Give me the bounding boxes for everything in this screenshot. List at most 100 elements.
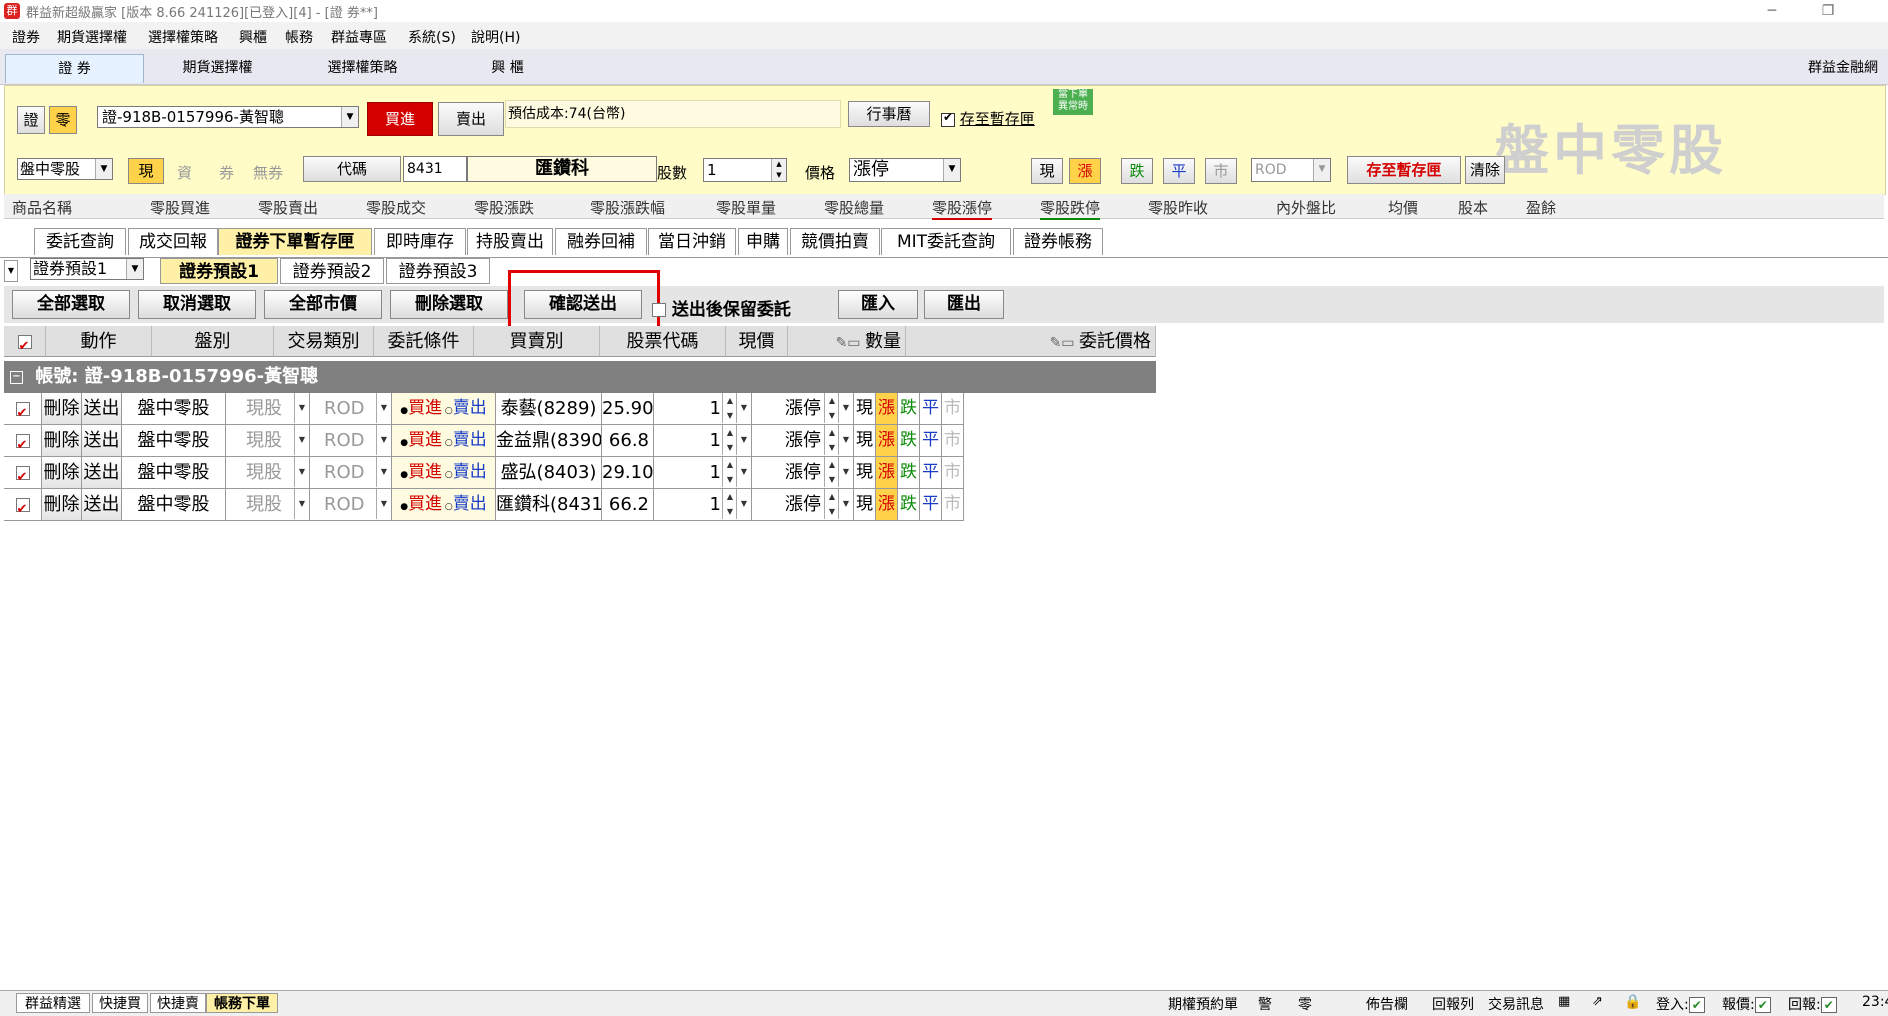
price-market-button[interactable]: 市 (1205, 158, 1237, 184)
row-price-down-button[interactable]: 跌 (898, 393, 920, 425)
spinner-icon[interactable]: ▲ ▼ (824, 393, 839, 423)
tab-order-buffer[interactable]: 證券下單暫存匣 (218, 228, 372, 255)
row-price-flat-button[interactable]: 平 (920, 457, 942, 489)
row-order-price-select[interactable]: 漲停 ▲ ▼ ▼ (752, 489, 854, 521)
menu-item-emerging[interactable]: 興櫃 (239, 27, 267, 47)
field-odd-single-vol[interactable]: 零股單量 (716, 197, 776, 218)
chevron-down-icon[interactable]: ▼ (736, 457, 751, 487)
row-price-market-button[interactable]: 市 (942, 457, 964, 489)
short-option[interactable]: 券 (219, 162, 234, 183)
capital-portal-link[interactable]: 群益金融網 (1800, 54, 1886, 82)
preset-select[interactable]: 證券預設1 ▼ (30, 258, 144, 280)
spinner-icon[interactable]: ▲ ▼ (722, 489, 737, 519)
field-odd-prev-close[interactable]: 零股昨收 (1148, 197, 1208, 218)
row-price-now-button[interactable]: 現 (854, 425, 876, 457)
chevron-down-icon[interactable]: ▼ (736, 393, 751, 423)
row-delete-button[interactable]: 刪除 (42, 457, 82, 489)
tab-day-trade[interactable]: 當日沖銷 (648, 228, 736, 255)
cash-button[interactable]: 現 (128, 158, 164, 184)
row-side-radio[interactable]: ●買進 ○賣出 (392, 489, 496, 521)
row-delete-button[interactable]: 刪除 (42, 425, 82, 457)
row-select-checkbox[interactable] (4, 457, 42, 489)
all-market-button[interactable]: 全部市價 (264, 290, 382, 319)
margin-option[interactable]: 資 (177, 162, 192, 183)
delete-selected-button[interactable]: 刪除選取 (390, 290, 508, 319)
row-trade-type-select[interactable]: 現股 ▼ (226, 393, 310, 425)
row-price-up-button[interactable]: 漲 (876, 425, 898, 457)
field-odd-change-pct[interactable]: 零股漲跌幅 (590, 197, 665, 218)
calculator-icon[interactable]: ▦ (1558, 994, 1570, 1009)
menu-item-accounts[interactable]: 帳務 (285, 27, 313, 47)
row-price-market-button[interactable]: 市 (942, 425, 964, 457)
tab-subscription[interactable]: 申購 (738, 228, 788, 255)
tab-capital-picks[interactable]: 群益精選 (16, 993, 90, 1013)
radio-icon[interactable]: ○ (442, 502, 453, 512)
row-send-button[interactable]: 送出 (82, 425, 122, 457)
menu-item-option-strategy[interactable]: 選擇權策略 (148, 27, 218, 47)
radio-icon[interactable]: ○ (442, 470, 453, 480)
price-down-button[interactable]: 跌 (1121, 158, 1153, 184)
import-button[interactable]: 匯入 (838, 290, 918, 319)
field-odd-limit-up[interactable]: 零股漲停 (932, 197, 993, 220)
collapse-icon[interactable]: − (10, 370, 23, 384)
menu-item-capital-zone[interactable]: 群益專區 (331, 27, 387, 47)
session-select[interactable]: 盤中零股 ▼ (17, 158, 113, 180)
row-price-market-button[interactable]: 市 (942, 393, 964, 425)
buy-button[interactable]: 買進 (367, 102, 433, 136)
tab-emerging[interactable]: 興 櫃 (435, 54, 580, 82)
field-product-name[interactable]: 商品名稱 (12, 197, 72, 218)
tab-preset-2[interactable]: 證券預設2 (280, 258, 384, 284)
stock-code-input[interactable]: 8431 (403, 156, 467, 182)
row-price-flat-button[interactable]: 平 (920, 425, 942, 457)
keep-after-send-checkbox[interactable]: 送出後保留委託 (652, 295, 791, 320)
row-select-checkbox[interactable] (4, 489, 42, 521)
row-price-down-button[interactable]: 跌 (898, 425, 920, 457)
futures-booking-link[interactable]: 期權預約單 (1168, 994, 1238, 1014)
row-price-up-button[interactable]: 漲 (876, 489, 898, 521)
field-earnings[interactable]: 盈餘 (1526, 197, 1556, 218)
collapse-icon[interactable]: ▼ (4, 260, 18, 282)
radio-icon[interactable]: ○ (442, 438, 453, 448)
row-side-radio[interactable]: ●買進 ○賣出 (392, 425, 496, 457)
tif-select[interactable]: ROD ▼ (1251, 158, 1331, 182)
chevron-down-icon[interactable]: ▼ (838, 393, 853, 423)
row-send-button[interactable]: 送出 (82, 489, 122, 521)
row-price-flat-button[interactable]: 平 (920, 393, 942, 425)
trade-message-button[interactable]: 交易訊息 (1488, 994, 1544, 1014)
row-side-radio[interactable]: ●買進 ○賣出 (392, 457, 496, 489)
chevron-down-icon[interactable]: ▼ (838, 489, 853, 519)
row-condition-select[interactable]: ROD ▼ (310, 393, 392, 425)
menu-item-futures-options[interactable]: 期貨選擇權 (57, 27, 127, 47)
abnormal-order-badge[interactable]: 當下單 異常時 (1053, 89, 1093, 115)
row-condition-select[interactable]: ROD ▼ (310, 457, 392, 489)
select-all-button[interactable]: 全部選取 (12, 290, 130, 319)
spinner-icon[interactable]: ▲ ▼ (722, 457, 737, 487)
field-capital[interactable]: 股本 (1458, 197, 1488, 218)
radio-selected-icon[interactable]: ● (400, 438, 408, 448)
row-delete-button[interactable]: 刪除 (42, 393, 82, 425)
quantity-stepper[interactable]: 1 ▲ ▼ (703, 158, 787, 182)
row-trade-type-select[interactable]: 現股 ▼ (226, 489, 310, 521)
header-select-all[interactable] (4, 326, 46, 362)
chevron-down-icon[interactable]: ▼ (736, 489, 751, 519)
row-trade-type-select[interactable]: 現股 ▼ (226, 425, 310, 457)
row-delete-button[interactable]: 刪除 (42, 489, 82, 521)
row-condition-select[interactable]: ROD ▼ (310, 425, 392, 457)
calendar-button[interactable]: 行事曆 (848, 101, 930, 127)
spinner-icon[interactable]: ▲ ▼ (771, 159, 786, 181)
tab-quick-sell[interactable]: 快捷賣 (150, 993, 206, 1013)
sell-button[interactable]: 賣出 (438, 102, 504, 136)
tab-order-query[interactable]: 委託查詢 (34, 228, 126, 255)
edit-icon[interactable]: ✎▭ (1050, 335, 1079, 351)
row-order-price-select[interactable]: 漲停 ▲ ▼ ▼ (752, 393, 854, 425)
menu-item-securities[interactable]: 證券 (12, 27, 40, 47)
field-odd-total-vol[interactable]: 零股總量 (824, 197, 884, 218)
row-send-button[interactable]: 送出 (82, 457, 122, 489)
spinner-icon[interactable]: ▲ ▼ (824, 425, 839, 455)
row-order-price-select[interactable]: 漲停 ▲ ▼ ▼ (752, 425, 854, 457)
minimize-icon[interactable]: ─ (1752, 0, 1792, 22)
chevron-down-icon[interactable]: ▼ (838, 457, 853, 487)
field-inout-ratio[interactable]: 內外盤比 (1276, 197, 1336, 218)
zero-button[interactable]: 零 (1298, 994, 1312, 1014)
export-button[interactable]: 匯出 (924, 290, 1004, 319)
